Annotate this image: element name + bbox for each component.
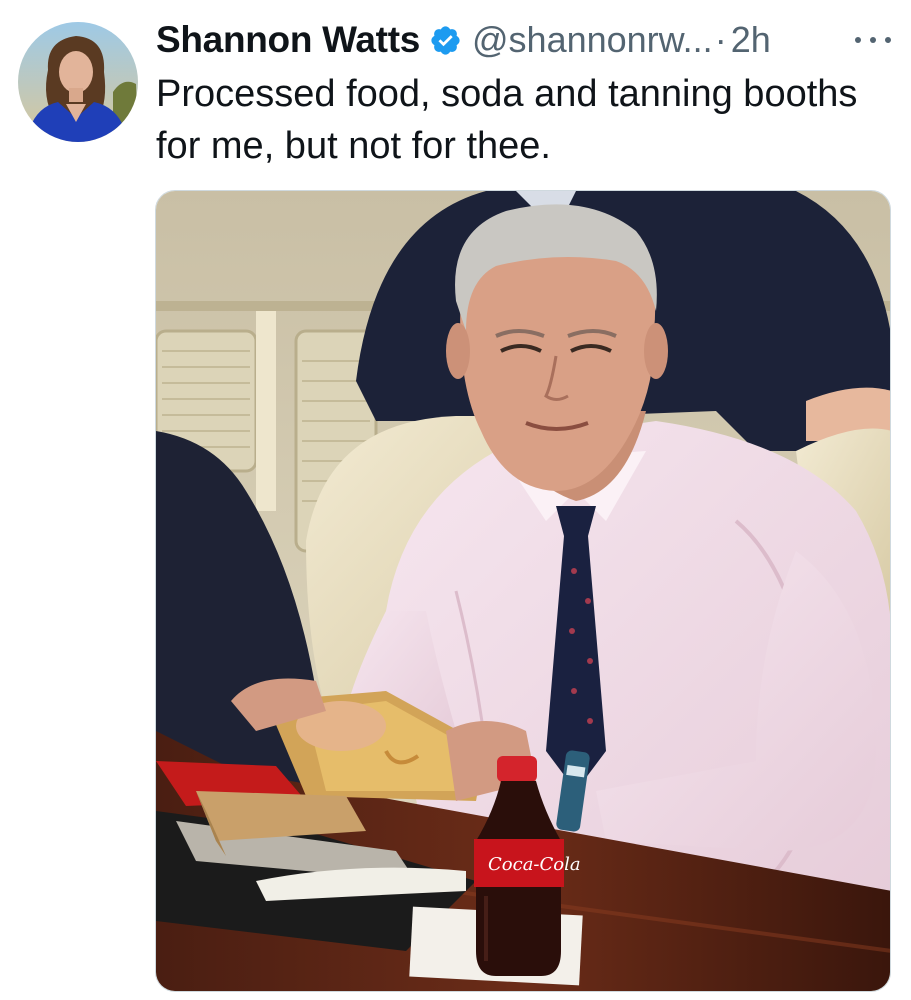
timestamp[interactable]: 2h [731, 19, 771, 61]
photo-illustration: Coca-Cola [156, 191, 890, 991]
bottle-label: Coca-Cola [488, 854, 581, 875]
verified-badge-icon [431, 25, 460, 55]
avatar[interactable] [18, 22, 138, 142]
separator-dot: · [714, 19, 727, 60]
tweet-card[interactable]: Shannon Watts @shannonrw... · 2h Process… [0, 0, 911, 1000]
more-options-icon[interactable] [855, 34, 891, 46]
tweet-photo[interactable]: Coca-Cola [155, 190, 891, 992]
tweet-text: Processed food, soda and tanning booths … [156, 73, 858, 167]
display-name[interactable]: Shannon Watts [156, 19, 420, 61]
handle[interactable]: @shannonrw... [472, 19, 713, 61]
avatar-photo-icon [18, 22, 138, 142]
tweet-header: Shannon Watts @shannonrw... · 2h [156, 16, 771, 64]
